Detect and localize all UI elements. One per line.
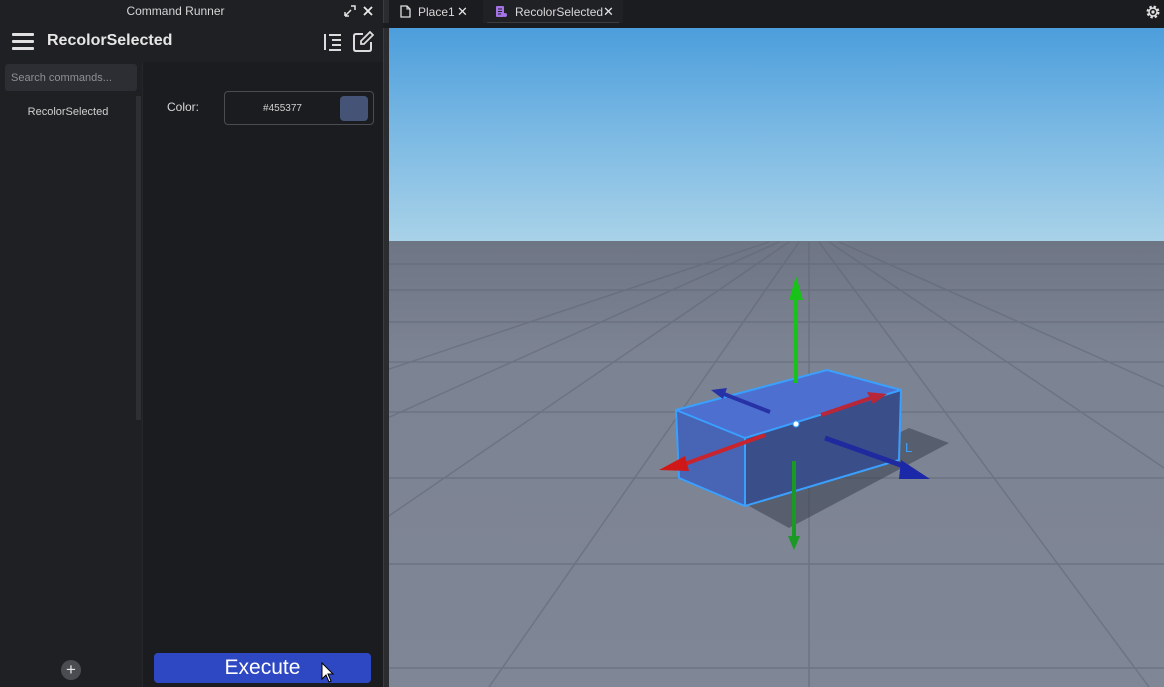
panel-titlebar[interactable]: Command Runner [0, 0, 383, 22]
command-list-item[interactable]: RecolorSelected [0, 106, 136, 118]
arrow-down-icon[interactable] [788, 536, 800, 550]
arrow-forward-icon[interactable] [899, 460, 930, 479]
command-sidebar: RecolorSelected + [0, 62, 142, 687]
tab-recolorselected[interactable]: RecolorSelected ✕ [483, 0, 623, 23]
command-form: Color: #455377 Execute [142, 62, 383, 687]
command-title: RecolorSelected [47, 32, 173, 49]
document-tab-bar: Place1 ✕ RecolorSelected ✕ [389, 0, 1164, 23]
add-command-button[interactable]: + [61, 660, 81, 680]
mouse-cursor-icon [321, 662, 335, 683]
handle-label: L [905, 440, 912, 455]
close-icon[interactable]: ✕ [457, 4, 468, 20]
panel-header: RecolorSelected [0, 22, 383, 62]
execute-button[interactable]: Execute [154, 653, 371, 683]
color-hex-value[interactable]: #455377 [225, 103, 340, 114]
edit-icon[interactable] [352, 30, 375, 53]
color-swatch[interactable] [340, 96, 368, 121]
tab-label: RecolorSelected [515, 5, 604, 19]
close-icon[interactable] [360, 3, 376, 19]
tab-label: Place1 [418, 5, 455, 19]
place-file-icon [400, 5, 411, 18]
viewport-scene: L [389, 241, 1164, 687]
arrow-up-icon[interactable] [789, 276, 803, 300]
tab-place1[interactable]: Place1 ✕ [389, 0, 481, 23]
undock-icon[interactable] [342, 3, 358, 19]
arrow-left-icon[interactable] [659, 456, 689, 471]
color-label: Color: [167, 100, 200, 114]
command-runner-panel: Command Runner RecolorSelected RecolorSe… [0, 0, 383, 687]
search-input[interactable] [5, 64, 137, 91]
3d-viewport[interactable]: L [389, 28, 1164, 687]
sidebar-scrollbar[interactable] [136, 96, 141, 420]
panel-title: Command Runner [126, 4, 225, 18]
list-view-icon[interactable] [322, 31, 344, 53]
close-icon[interactable]: ✕ [603, 4, 614, 20]
menu-icon[interactable] [12, 33, 34, 51]
script-icon [496, 6, 507, 17]
color-field[interactable]: #455377 [224, 91, 374, 125]
gear-icon[interactable] [1144, 3, 1162, 21]
pivot-point [792, 420, 800, 428]
